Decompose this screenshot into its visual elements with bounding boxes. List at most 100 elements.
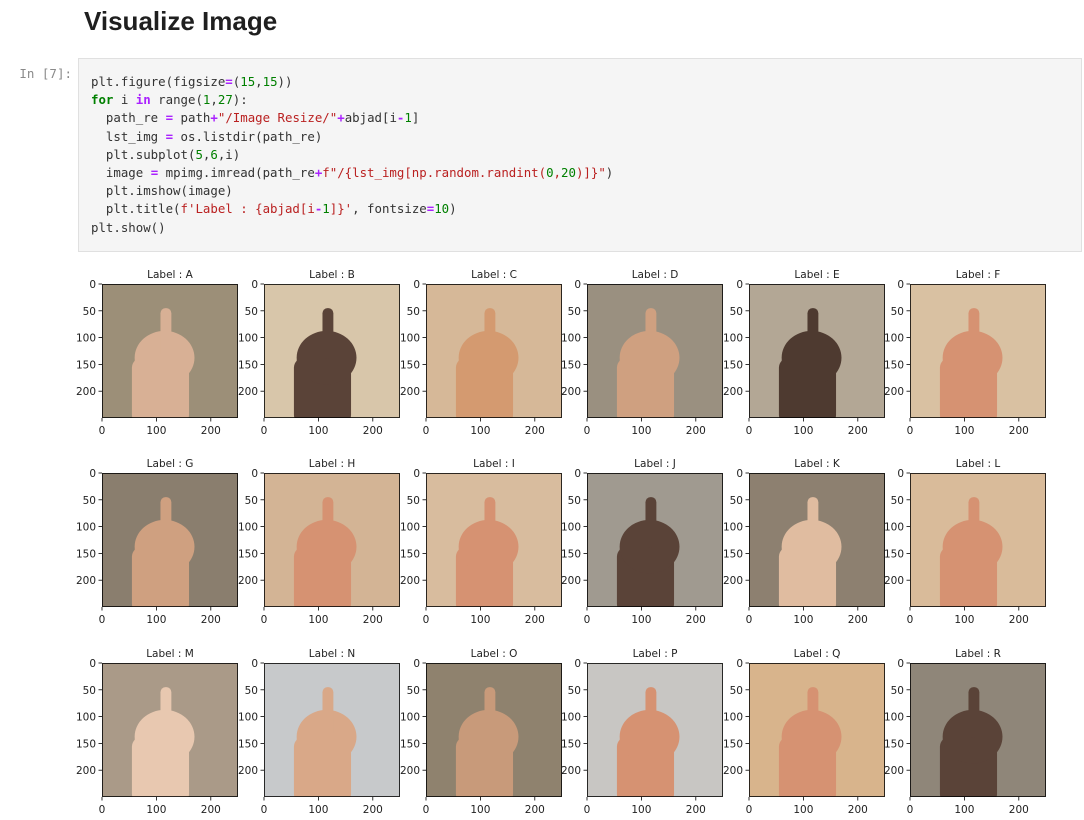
subplot-title: Label : I bbox=[473, 458, 515, 470]
y-tick-label: 150 bbox=[400, 548, 420, 560]
hand-finger bbox=[807, 687, 819, 739]
code-token: lst_img bbox=[91, 128, 166, 144]
subplot-title: Label : J bbox=[634, 458, 676, 470]
y-tick-label: 50 bbox=[568, 685, 581, 697]
x-tick-label: 0 bbox=[907, 614, 914, 626]
code-editor[interactable]: plt.figure(figsize=(15,15)) for i in rang… bbox=[91, 73, 613, 237]
y-tick-label: 100 bbox=[238, 333, 258, 345]
photo bbox=[102, 473, 238, 607]
y-tick-label: 150 bbox=[400, 738, 420, 750]
code-line: plt.imshow(image) bbox=[91, 182, 613, 200]
subplot: Label : F 0 50 100 150 200 0 100 200 bbox=[884, 269, 1046, 437]
code-token: 6 bbox=[210, 146, 218, 162]
y-tick-label: 100 bbox=[76, 333, 96, 345]
subplot-title: Label : L bbox=[956, 458, 1001, 470]
x-tick-label: 0 bbox=[584, 614, 591, 626]
x-tick-label: 200 bbox=[201, 614, 221, 626]
y-tick-label: 50 bbox=[83, 495, 96, 507]
code-cell[interactable]: plt.figure(figsize=(15,15)) for i in rang… bbox=[78, 58, 1082, 252]
x-tick-label: 200 bbox=[686, 614, 706, 626]
y-tick-label: 0 bbox=[736, 279, 743, 291]
code-token: ] bbox=[411, 110, 420, 126]
section-heading: Visualize Image bbox=[84, 6, 278, 36]
code-token: = bbox=[225, 74, 233, 89]
x-tick-label: 200 bbox=[686, 425, 706, 437]
x-tick-label: 200 bbox=[363, 804, 383, 816]
y-tick-label: 0 bbox=[574, 279, 581, 291]
x-tick-label: 100 bbox=[470, 425, 490, 437]
y-tick-label: 50 bbox=[407, 685, 420, 697]
image-grid-output: Label : A 0 50 100 150 200 0 100 200 Label : B 0 50… bbox=[76, 269, 1046, 816]
y-tick-label: 150 bbox=[884, 738, 904, 750]
subplot: Label : O 0 50 100 150 200 0 100 200 bbox=[400, 648, 562, 816]
code-token: ]}' bbox=[329, 201, 353, 217]
code-token: )) bbox=[277, 74, 293, 89]
y-tick-label: 0 bbox=[897, 279, 904, 291]
x-tick-label: 200 bbox=[1009, 425, 1029, 437]
x-tick-label: 200 bbox=[848, 425, 868, 437]
code-token: , bbox=[553, 165, 562, 181]
y-tick-label: 100 bbox=[561, 712, 581, 724]
subplot-title: Label : P bbox=[633, 648, 678, 660]
x-tick-label: 100 bbox=[308, 614, 328, 626]
code-token: range( bbox=[150, 92, 203, 108]
code-token: ) bbox=[605, 165, 614, 181]
subplot-title: Label : M bbox=[146, 648, 194, 660]
y-tick-label: 100 bbox=[400, 333, 420, 345]
code-token: plt.imshow(image) bbox=[91, 183, 233, 199]
y-tick-label: 150 bbox=[400, 359, 420, 371]
subplot: Label : K 0 50 100 150 200 0 100 200 bbox=[723, 458, 885, 626]
x-tick-label: 100 bbox=[793, 614, 813, 626]
x-tick-label: 100 bbox=[146, 614, 166, 626]
x-tick-label: 0 bbox=[746, 804, 753, 816]
y-tick-label: 200 bbox=[561, 765, 581, 777]
subplot-title: Label : D bbox=[632, 269, 679, 281]
y-tick-label: 100 bbox=[76, 712, 96, 724]
x-tick-label: 200 bbox=[201, 804, 221, 816]
y-tick-label: 100 bbox=[76, 522, 96, 534]
x-tick-label: 100 bbox=[954, 425, 974, 437]
x-tick-label: 200 bbox=[1009, 614, 1029, 626]
y-tick-label: 50 bbox=[83, 685, 96, 697]
y-tick-label: 200 bbox=[561, 575, 581, 587]
y-tick-label: 200 bbox=[723, 765, 743, 777]
x-tick-label: 100 bbox=[793, 425, 813, 437]
x-tick-label: 100 bbox=[954, 804, 974, 816]
code-token: mpimg.imread(path_re bbox=[158, 165, 315, 181]
code-line: image = mpimg.imread(path_re+f"/{lst_img… bbox=[91, 164, 613, 182]
x-tick-label: 200 bbox=[201, 425, 221, 437]
x-tick-label: 200 bbox=[525, 425, 545, 437]
code-token: plt bbox=[91, 74, 114, 89]
x-tick-label: 0 bbox=[99, 804, 106, 816]
photo bbox=[910, 663, 1046, 797]
subplot-title: Label : E bbox=[794, 269, 839, 281]
code-token: 1 bbox=[322, 201, 330, 217]
photo bbox=[587, 663, 723, 797]
x-tick-label: 0 bbox=[907, 804, 914, 816]
code-token: 27 bbox=[217, 92, 233, 108]
y-tick-label: 200 bbox=[723, 386, 743, 398]
y-tick-label: 150 bbox=[76, 359, 96, 371]
y-tick-label: 150 bbox=[884, 548, 904, 560]
y-tick-label: 0 bbox=[736, 658, 743, 670]
y-tick-label: 100 bbox=[238, 712, 258, 724]
y-tick-label: 0 bbox=[897, 658, 904, 670]
subplot-title: Label : K bbox=[794, 458, 841, 470]
code-token: "/Image Resize/" bbox=[217, 110, 338, 126]
x-tick-label: 100 bbox=[146, 425, 166, 437]
y-tick-label: 0 bbox=[574, 658, 581, 670]
photo bbox=[749, 663, 885, 797]
x-tick-label: 200 bbox=[848, 614, 868, 626]
code-token: path_re bbox=[91, 110, 166, 126]
y-tick-label: 0 bbox=[574, 468, 581, 480]
y-tick-label: 0 bbox=[89, 468, 96, 480]
hand-finger bbox=[322, 497, 334, 549]
photo bbox=[587, 284, 723, 418]
y-tick-label: 200 bbox=[400, 386, 420, 398]
photo bbox=[426, 663, 562, 797]
y-tick-label: 0 bbox=[251, 468, 258, 480]
subplot: Label : I 0 50 100 150 200 0 100 200 bbox=[400, 458, 562, 626]
y-tick-label: 50 bbox=[245, 685, 258, 697]
subplot: Label : J 0 50 100 150 200 0 100 200 bbox=[561, 458, 723, 626]
x-tick-label: 0 bbox=[99, 614, 106, 626]
